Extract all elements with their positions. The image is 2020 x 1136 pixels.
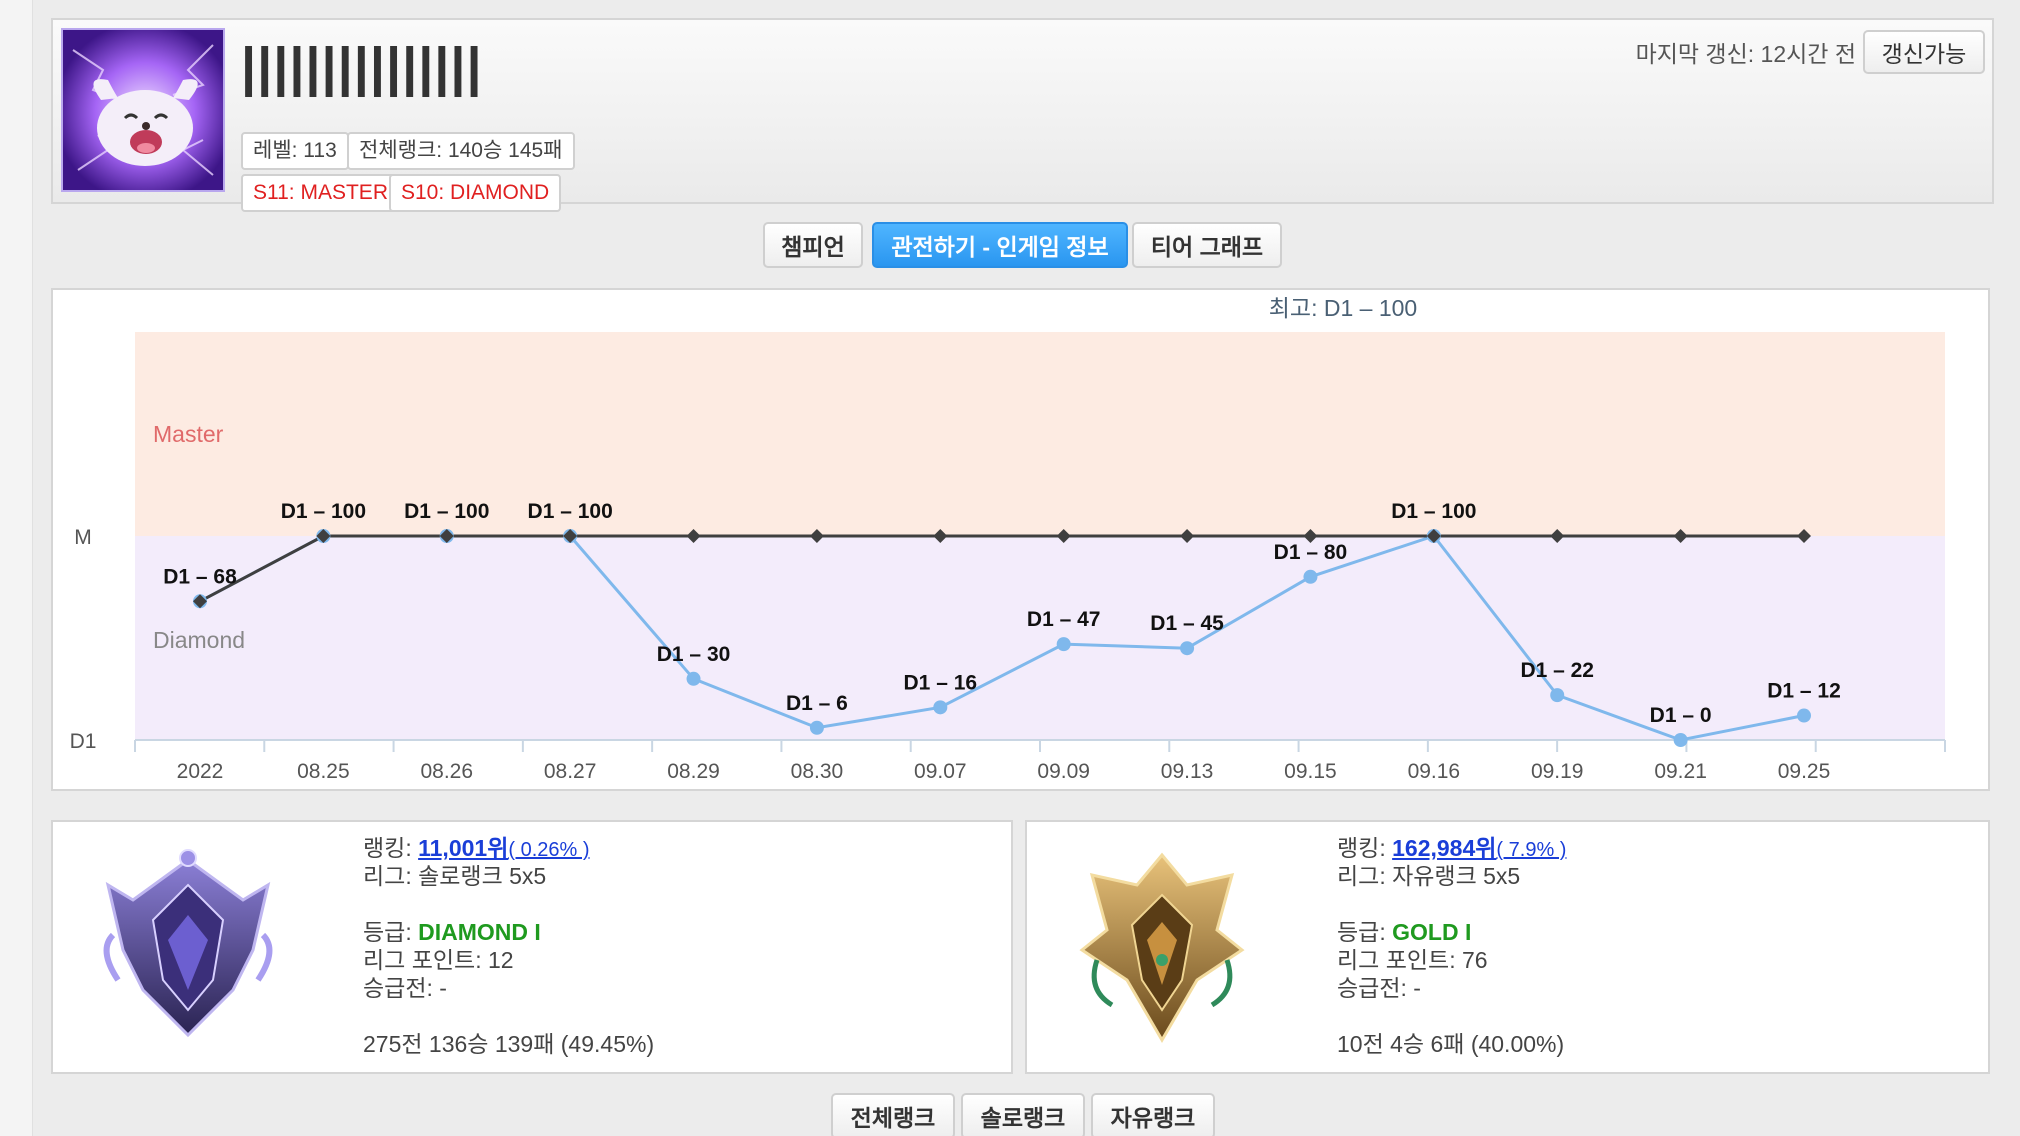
flex-league: 리그: 자유랭크 5x5 [1337,863,1521,889]
data-label: D1 – 30 [657,643,731,666]
x-tick-label: 09.15 [1284,760,1337,783]
x-tick-label: 08.26 [420,760,473,783]
flex-promo: 승급전: - [1337,975,1421,1001]
last-update-text: 마지막 갱신: 12시간 전 [1635,41,1856,67]
tier-chart-svg: Master Diamond M D1 최고: D1 – 100 2022 08.25 08.… [70,295,1946,783]
data-label: D1 – 12 [1767,680,1841,703]
solo-ranking-line: 랭킹: 11,001위( 0.26% ) [363,834,654,862]
data-label: D1 – 16 [904,671,978,694]
current-tier-point [1550,688,1565,703]
diamond-band-label: Diamond [153,627,245,653]
solo-tier-label: 등급: [363,919,419,945]
current-tier-point [686,671,701,686]
diamond-emblem-icon [93,840,283,1050]
season-tag-s10: S10: DIAMOND [389,174,562,212]
x-tick-label: 09.19 [1531,760,1584,783]
flex-rank-card: 랭킹: 162,984위( 7.9% ) 리그: 자유랭크 5x5 등급: GO… [1025,820,1990,1074]
x-tick-label: 2022 [177,760,224,783]
solo-ranking-link[interactable]: 11,001위 [418,835,508,861]
solo-rank-card: 랭킹: 11,001위( 0.26% ) 리그: 솔로랭크 5x5 등급: DI… [51,820,1013,1074]
current-tier-point [809,720,824,735]
flex-ranking-line: 랭킹: 162,984위( 7.9% ) [1337,834,1566,862]
x-tick-label: 09.21 [1654,760,1707,783]
tab-spectate[interactable]: 관전하기 - 인게임 정보 [872,222,1128,268]
data-label: D1 – 47 [1027,608,1101,631]
refresh-button[interactable]: 갱신가능 [1863,30,1985,74]
flex-tier: GOLD I [1392,919,1472,945]
solo-tier: DIAMOND I [418,919,541,945]
x-tick-label: 09.07 [914,760,967,783]
solo-tier-line: 등급: DIAMOND I [363,918,654,946]
tab-champion[interactable]: 챔피언 [763,222,863,268]
overall-rank-tag: 전체랭크: 140승 145패 [347,132,575,170]
solo-record: 275전 136승 139패 (49.45%) [363,1031,655,1057]
x-tick-label: 08.29 [667,760,720,783]
current-tier-point [1303,569,1318,584]
current-tier-point [933,700,948,715]
current-tier-point [1056,637,1071,652]
summoner-name: ||||||||||||||| [241,37,483,97]
tab-tier-graph[interactable]: 티어 그래프 [1132,222,1282,268]
x-tick-label: 09.16 [1408,760,1461,783]
tab-solo-rank[interactable]: 솔로랭크 [961,1093,1085,1136]
flex-ranking-label: 랭킹: [1337,835,1393,861]
flex-ranking-percent[interactable]: ( 7.9% ) [1496,839,1566,861]
x-tick-label: 08.30 [791,760,844,783]
profile-header: ||||||||||||||| 레벨: 113 전체랭크: 140승 145패 … [51,18,1994,212]
level-tag: 레벨: 113 [241,132,349,170]
y-tick-label: M [74,526,92,549]
x-tick-label: 09.13 [1161,760,1214,783]
poro-icon [63,30,223,190]
data-label: D1 – 45 [1150,612,1224,635]
data-label: D1 – 6 [786,692,848,715]
data-label: D1 – 100 [404,500,489,523]
data-label: D1 – 100 [528,500,613,523]
chart-title: 최고: D1 – 100 [1269,295,1417,321]
solo-rank-info: 랭킹: 11,001위( 0.26% ) 리그: 솔로랭크 5x5 등급: DI… [363,834,654,1058]
data-label: D1 – 0 [1650,704,1712,727]
flex-record: 10전 4승 6패 (40.00%) [1337,1031,1565,1057]
profile-avatar [61,28,225,192]
master-band-label: Master [153,421,224,447]
data-label: D1 – 22 [1520,659,1594,682]
gold-emblem-icon [1067,840,1257,1050]
x-tick-label: 08.25 [297,760,350,783]
data-label: D1 – 100 [281,500,366,523]
flex-ranking-link[interactable]: 162,984위 [1392,835,1496,861]
data-label: D1 – 80 [1274,541,1348,564]
season-tag-s11: S11: MASTER [241,174,400,212]
flex-lp: 리그 포인트: 76 [1337,947,1488,973]
flex-tier-line: 등급: GOLD I [1337,918,1566,946]
flex-tier-label: 등급: [1337,919,1393,945]
data-label: D1 – 68 [163,565,237,588]
tab-flex-rank[interactable]: 자유랭크 [1091,1093,1215,1136]
current-tier-point [1673,733,1688,747]
x-tick-label: 09.25 [1778,760,1831,783]
solo-promo: 승급전: - [363,975,447,1001]
solo-league: 리그: 솔로랭크 5x5 [363,863,547,889]
tab-all-rank[interactable]: 전체랭크 [831,1093,955,1136]
solo-ranking-label: 랭킹: [363,835,419,861]
flex-rank-info: 랭킹: 162,984위( 7.9% ) 리그: 자유랭크 5x5 등급: GO… [1337,834,1566,1058]
solo-ranking-percent[interactable]: ( 0.26% ) [508,839,589,861]
summoner-page: ||||||||||||||| 레벨: 113 전체랭크: 140승 145패 … [32,0,2020,1136]
current-tier-point [1797,708,1811,723]
x-tick-label: 08.27 [544,760,597,783]
solo-lp: 리그 포인트: 12 [363,947,514,973]
left-margin [0,0,32,1136]
current-tier-point [1180,641,1195,656]
tier-graph: Master Diamond M D1 최고: D1 – 100 2022 08.25 08.… [51,288,1990,791]
data-label: D1 – 100 [1391,500,1476,523]
y-tick-label: D1 [70,730,97,753]
x-tick-label: 09.09 [1037,760,1090,783]
